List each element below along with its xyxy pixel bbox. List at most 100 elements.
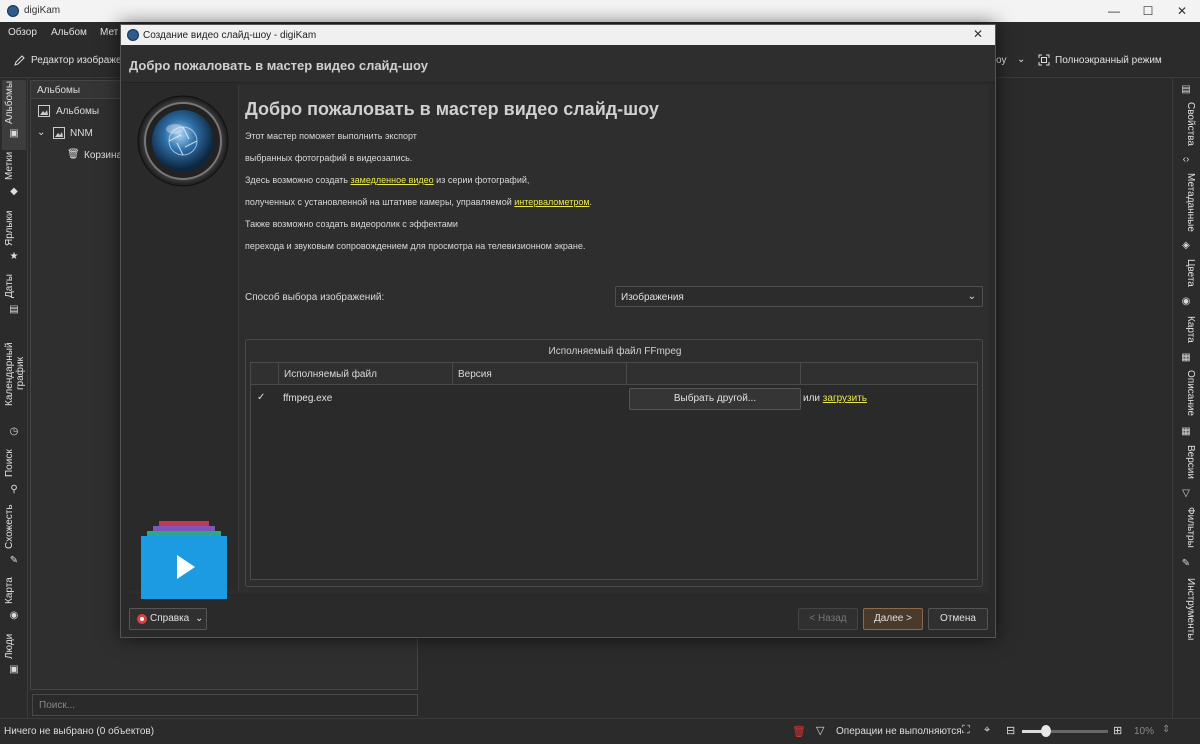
tab-properties[interactable]: Свойства [1176, 102, 1196, 146]
tree-item-trash[interactable]: Корзина [84, 150, 122, 161]
dialog-title: Создание видео слайд-шоу - digiKam [143, 30, 317, 41]
ffmpeg-groupbox: Исполняемый файл FFmpeg Исполняемый файл… [245, 339, 983, 587]
zoom-level: 10% [1134, 726, 1155, 737]
tree-item-albums-root[interactable]: Альбомы [56, 106, 99, 117]
ffmpeg-group-title: Исполняемый файл FFmpeg [548, 346, 682, 357]
slideshow-button[interactable]: оу [996, 55, 1006, 66]
wizard-page: Добро пожаловать в мастер видео слайд-шо… [127, 85, 989, 599]
back-button[interactable]: < Назад [798, 608, 858, 630]
slideshow-wizard-dialog: Создание видео слайд-шоу - digiKam ✕ Доб… [120, 24, 996, 638]
calendar-icon: ▤ [9, 304, 19, 315]
dialog-header: Добро пожаловать в мастер видео слайд-шо… [121, 45, 995, 83]
fit-icon[interactable]: ⛶ [962, 724, 970, 737]
welcome-heading: Добро пожаловать в мастер видео слайд-шо… [245, 99, 659, 119]
tab-versions[interactable]: Версии [1176, 444, 1196, 480]
tree-expand-icon[interactable]: ⌄ [37, 127, 45, 138]
intro-line-4: полученных с установленной на штативе ка… [245, 197, 593, 207]
tab-albums[interactable]: Альбомы [4, 81, 24, 124]
tab-metadata[interactable]: Метаданные [1176, 172, 1196, 232]
selection-method-label: Способ выбора изображений: [245, 292, 385, 303]
dialog-header-title: Добро пожаловать в мастер видео слайд-шо… [129, 58, 428, 73]
timelapse-link[interactable]: замедленное видео [351, 175, 434, 185]
wizard-image-pane [127, 85, 239, 599]
help-button[interactable]: Справка ⌄ [129, 608, 207, 630]
tab-timeline[interactable]: Календарный график [4, 326, 26, 422]
intervalometer-link[interactable]: интервалометром [514, 197, 589, 207]
caption-icon: ▦ [1181, 352, 1191, 363]
ffmpeg-table-header: Исполняемый файл Версия [251, 363, 977, 385]
palette-icon: ◈ [1182, 240, 1190, 251]
clock-icon: ◷ [9, 426, 19, 437]
tree-item-nnm[interactable]: NNM [70, 128, 93, 139]
window-title: digiKam [24, 5, 61, 16]
intro-line-3: Здесь возможно создать замедленное видео… [245, 175, 530, 185]
trash-icon: 🗑 [67, 149, 80, 160]
close-window-icon[interactable]: ✕ [1162, 0, 1200, 22]
tab-search[interactable]: Поиск [4, 448, 24, 478]
albums-search-input[interactable]: Поиск... [32, 694, 418, 716]
selection-method-value: Изображения [621, 292, 684, 303]
filter-icon: ▽ [1182, 488, 1190, 499]
menu-view[interactable]: Обзор [8, 27, 37, 38]
digikam-app-icon [127, 29, 139, 41]
window-titlebar: digiKam — ☐ ✕ [0, 0, 1200, 22]
tab-similarity[interactable]: Схожесть [4, 504, 24, 550]
globe-icon: ◉ [9, 610, 19, 621]
tab-people[interactable]: Люди [4, 632, 24, 660]
lifebuoy-icon [137, 614, 147, 624]
fullscreen-button[interactable]: Полноэкранный режим [1055, 55, 1162, 66]
globe-icon: ◉ [1181, 296, 1191, 307]
tag-icon: ◆ [10, 186, 18, 197]
selection-method-combo[interactable]: Изображения ⌄ [615, 286, 983, 307]
image-editor-button[interactable]: Редактор изображени [31, 55, 133, 66]
info-icon: ▤ [1181, 84, 1191, 95]
download-cell: или загрузить [803, 393, 868, 404]
trash-icon[interactable]: 🗑 [792, 725, 806, 738]
tab-labels[interactable]: Ярлыки [4, 208, 24, 248]
chevron-down-icon: ⌄ [195, 613, 204, 624]
download-link[interactable]: загрузить [823, 393, 867, 404]
tab-map-right[interactable]: Карта [1176, 314, 1196, 344]
tab-description[interactable]: Описание [1176, 370, 1196, 416]
next-button[interactable]: Далее > [863, 608, 923, 630]
check-icon: ✓ [257, 392, 266, 403]
brush-icon: ✎ [9, 555, 19, 566]
close-dialog-icon[interactable]: ✕ [973, 27, 983, 41]
col-file-header[interactable]: Исполняемый файл [279, 363, 453, 385]
zoom-out-icon[interactable]: ⊟ [1006, 724, 1015, 737]
ffmpeg-file-cell: ffmpeg.exe [283, 393, 333, 404]
tab-colors[interactable]: Цвета [1176, 258, 1196, 288]
image-icon [38, 105, 50, 117]
zoom-stepper-arrows[interactable]: ⇕ [1162, 724, 1170, 735]
operations-status: Операции не выполняются [836, 726, 962, 737]
zoom-fit-icon[interactable]: ⌖ [984, 724, 990, 737]
menu-tags[interactable]: Мет [100, 27, 118, 38]
video-folder-icon [141, 521, 227, 599]
star-icon: ★ [9, 251, 19, 262]
fullscreen-icon [1038, 54, 1050, 66]
zoom-in-icon[interactable]: ⊞ [1113, 724, 1122, 737]
zoom-slider-handle[interactable] [1041, 725, 1051, 737]
tools-icon: ✎ [1181, 558, 1191, 569]
tab-map[interactable]: Карта [4, 576, 24, 606]
dialog-titlebar: Создание видео слайд-шоу - digiKam ✕ [121, 25, 995, 45]
cancel-button[interactable]: Отмена [928, 608, 988, 630]
tab-dates[interactable]: Даты [4, 272, 24, 300]
choose-other-button[interactable]: Выбрать другой... [629, 388, 801, 410]
tab-tags[interactable]: Метки [4, 150, 24, 182]
status-bar: Ничего не выбрано (0 объектов) 🗑 ▽ Опера… [0, 718, 1200, 744]
chevron-down-icon[interactable]: ⌄ [1017, 54, 1025, 65]
col-button-header [627, 363, 801, 385]
intro-line-6: перехода и звуковым сопровождением для п… [245, 241, 586, 251]
col-version-header[interactable]: Версия [453, 363, 627, 385]
chevron-down-icon: ⌄ [967, 291, 976, 302]
digikam-app-icon [7, 5, 19, 17]
filter-icon[interactable]: ▽ [816, 724, 824, 737]
ffmpeg-table: Исполняемый файл Версия ✓ ffmpeg.exe Выб… [250, 362, 978, 580]
menu-album[interactable]: Альбом [51, 27, 87, 38]
image-icon [53, 127, 65, 139]
pencil-icon [14, 54, 26, 66]
selection-status: Ничего не выбрано (0 объектов) [4, 726, 155, 737]
tab-tools[interactable]: Инструменты [1176, 576, 1196, 642]
tab-filters[interactable]: Фильтры [1176, 506, 1196, 548]
